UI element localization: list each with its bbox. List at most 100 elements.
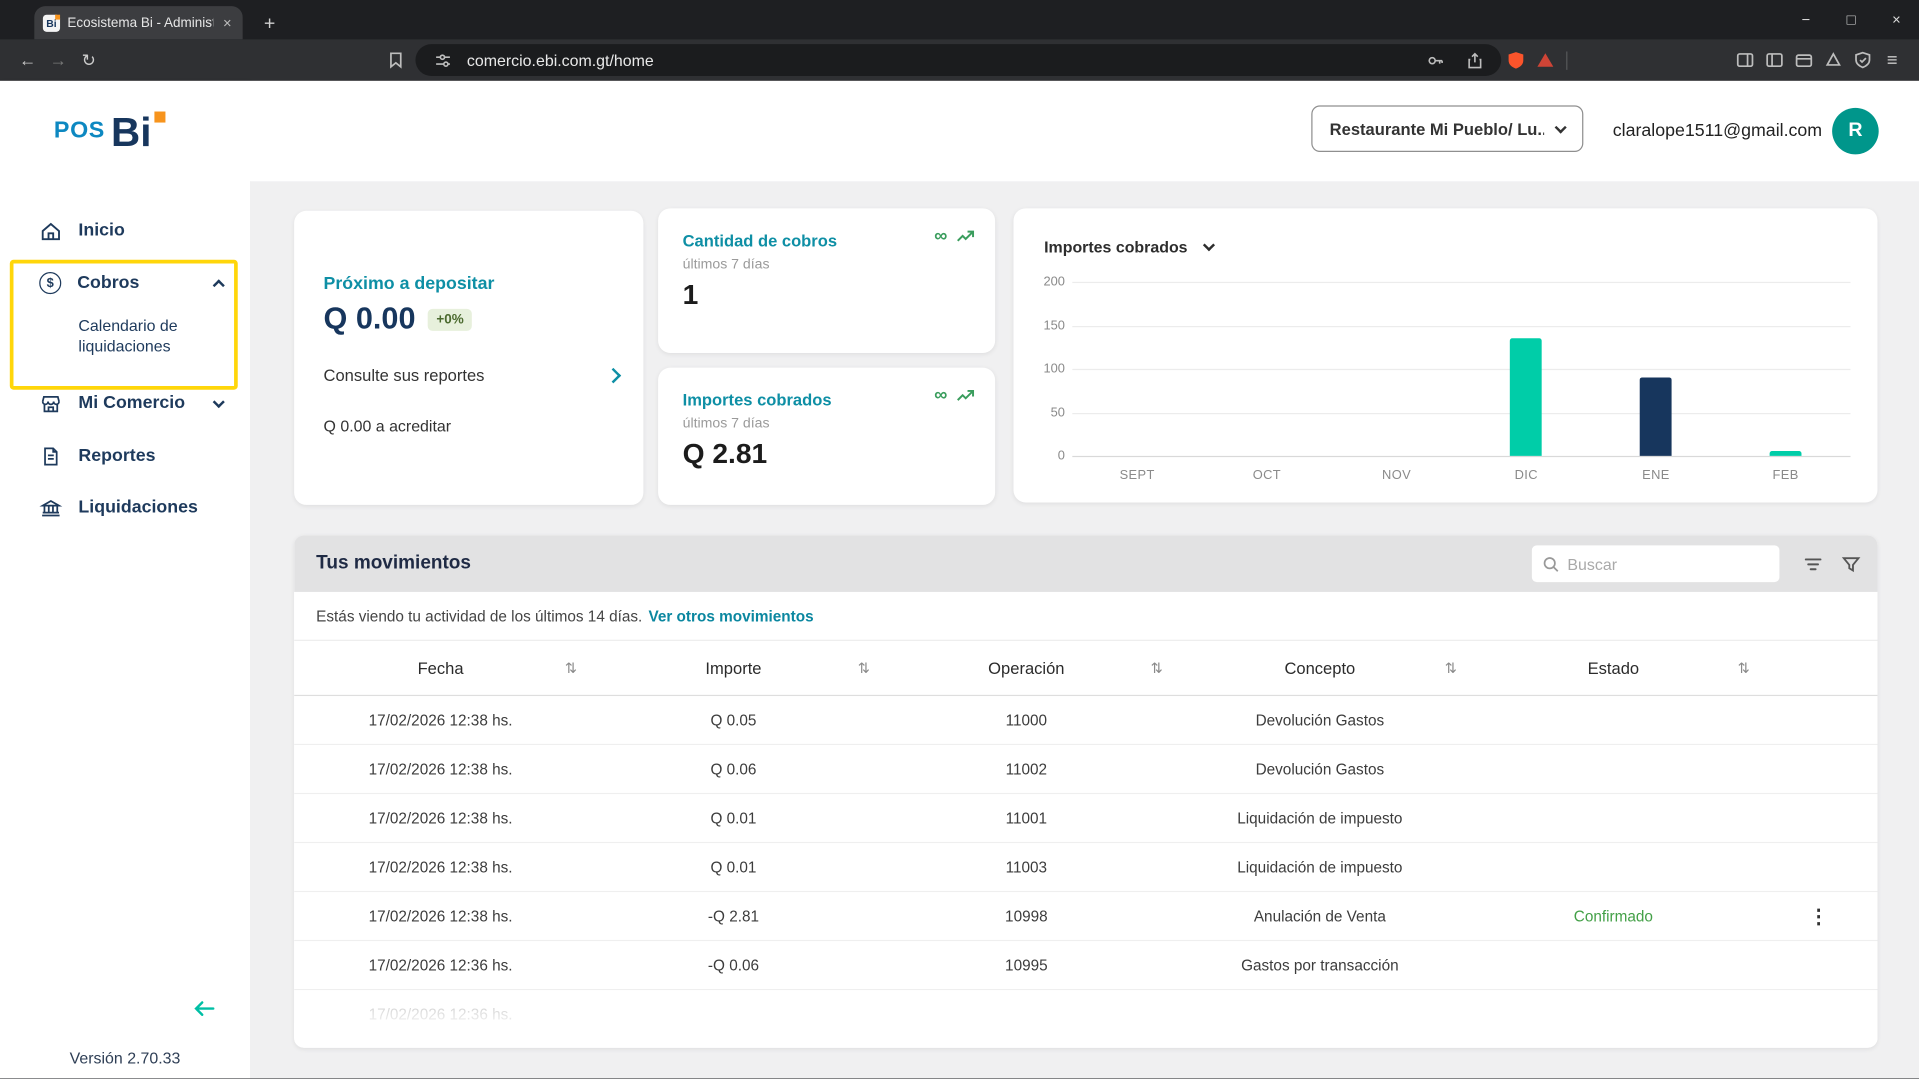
charged-amounts-card: Importes cobrados últimos 7 días Q 2.81 … xyxy=(658,367,996,505)
table-row[interactable]: 17/02/2026 12:38 hs. Q 0.01 11001 Liquid… xyxy=(294,794,1878,844)
charge-count-subtitle: últimos 7 días xyxy=(682,257,770,273)
report-document-icon xyxy=(44,446,58,465)
table-row[interactable]: 17/02/2026 12:38 hs. -Q 2.81 10998 Anula… xyxy=(294,892,1878,942)
sort-icon[interactable]: ⇅ xyxy=(565,659,577,676)
reload-button[interactable]: ↻ xyxy=(74,50,105,71)
column-header-importe[interactable]: Importe ⇅ xyxy=(587,641,880,695)
wallet-icon[interactable] xyxy=(1789,50,1818,70)
search-icon xyxy=(1543,556,1559,572)
arrow-left-icon xyxy=(194,1001,215,1016)
new-tab-button[interactable]: + xyxy=(256,13,283,35)
cell-fecha: 17/02/2026 12:38 hs. xyxy=(368,760,513,778)
chart-xtick-label: FEB xyxy=(1772,468,1799,483)
password-key-icon[interactable] xyxy=(1420,51,1449,69)
chart-xtick-label: OCT xyxy=(1252,468,1281,483)
tab-close-icon[interactable]: × xyxy=(221,14,234,31)
sidebar-item-calendario-liquidaciones[interactable]: Calendario de liquidaciones xyxy=(78,316,232,357)
table-row[interactable]: 17/02/2026 12:36 hs. -Q 0.06 10995 Gasto… xyxy=(294,941,1878,991)
url-text[interactable]: comercio.ebi.com.gt/home xyxy=(467,51,1411,69)
merchant-selector[interactable]: Restaurante Mi Pueblo/ Lu... xyxy=(1311,105,1584,152)
cell-estado: Confirmado xyxy=(1573,907,1653,925)
reports-link-row[interactable]: Consulte sus reportes xyxy=(324,355,622,394)
tab-panel-icon[interactable] xyxy=(1730,50,1759,70)
shield-check-icon[interactable] xyxy=(1848,50,1877,70)
app-version: Versión 2.70.33 xyxy=(69,1049,181,1068)
charged-amounts-title: Importes cobrados xyxy=(682,390,832,410)
chart-bars xyxy=(1072,282,1850,456)
chart-xtick-label: SEPT xyxy=(1119,468,1155,483)
tab-title: Ecosistema Bi - Administrador xyxy=(67,15,213,31)
bookmark-icon[interactable] xyxy=(381,50,410,70)
extension-triangle-icon[interactable] xyxy=(1531,50,1560,70)
avatar[interactable]: R xyxy=(1832,107,1879,155)
site-favicon-icon: Bi xyxy=(42,14,61,32)
cell-operacion: 10998 xyxy=(1005,907,1048,925)
bank-icon xyxy=(39,499,63,516)
see-other-movements-link[interactable]: Ver otros movimientos xyxy=(648,607,813,624)
rewards-icon[interactable] xyxy=(1819,50,1848,70)
chevron-down-icon[interactable] xyxy=(1202,239,1216,252)
search-input[interactable] xyxy=(1567,554,1770,573)
brave-shield-icon[interactable] xyxy=(1501,50,1530,70)
chart-title-row[interactable]: Importes cobrados xyxy=(1044,238,1216,256)
cell-estado xyxy=(1467,745,1760,793)
column-header-fecha[interactable]: Fecha ⇅ xyxy=(294,641,587,695)
cell-fecha: 17/02/2026 12:36 hs. xyxy=(368,956,513,974)
share-icon[interactable] xyxy=(1460,51,1489,69)
site-settings-icon[interactable] xyxy=(428,51,457,69)
sidebar-item-label: Liquidaciones xyxy=(78,497,198,518)
sidebar-item-cobros[interactable]: $ Cobros xyxy=(0,259,250,308)
cell-importe: -Q 2.81 xyxy=(707,907,760,925)
sidebar: POS Bi Inicio $ Cobros Calendario de liq… xyxy=(0,80,251,1079)
charge-count-card: Cantidad de cobros últimos 7 días 1 ∞ xyxy=(658,208,996,353)
cell-importe: Q 0.01 xyxy=(710,858,757,876)
sidebar-item-inicio[interactable]: Inicio xyxy=(0,206,250,255)
url-bar[interactable]: comercio.ebi.com.gt/home xyxy=(415,44,1502,76)
tab-strip: Bi Ecosistema Bi - Administrador × + − □… xyxy=(0,0,1919,40)
sidebar-collapse-button[interactable] xyxy=(191,995,218,1028)
sidebar-item-liquidaciones[interactable]: Liquidaciones xyxy=(0,483,250,532)
page-header: Restaurante Mi Pueblo/ Lu... claralope15… xyxy=(250,80,1919,182)
movements-body: 17/02/2026 12:38 hs. Q 0.05 11000 Devolu… xyxy=(294,696,1878,991)
bar-chart: 0 50 100 150 200 SEPT OCT NOV DIC ENE FEB xyxy=(1038,275,1853,493)
sidebar-item-reportes[interactable]: Reportes xyxy=(0,431,250,480)
sort-icon[interactable]: ⇅ xyxy=(1738,659,1750,676)
browser-window: Bi Ecosistema Bi - Administrador × + − □… xyxy=(0,0,1919,1079)
window-minimize-button[interactable]: − xyxy=(1783,0,1828,39)
back-button[interactable]: ← xyxy=(12,50,43,70)
search-box[interactable] xyxy=(1531,545,1780,583)
chevron-up-icon xyxy=(212,278,225,291)
table-row[interactable]: 17/02/2026 12:38 hs. Q 0.01 11003 Liquid… xyxy=(294,843,1878,893)
browser-tab[interactable]: Bi Ecosistema Bi - Administrador × xyxy=(34,6,243,40)
chart-bar-feb xyxy=(1769,450,1802,456)
sidebar-item-label: Cobros xyxy=(77,273,140,293)
cell-actions: ⋮ xyxy=(1760,696,1878,744)
sort-icon[interactable]: ⇅ xyxy=(858,659,870,676)
column-header-operacion[interactable]: Operación ⇅ xyxy=(880,641,1173,695)
sort-icon[interactable]: ⇅ xyxy=(1151,659,1163,676)
funnel-icon[interactable] xyxy=(1836,549,1865,578)
chart-ytick-label: 200 xyxy=(1043,274,1065,290)
forward-button[interactable]: → xyxy=(43,50,74,70)
window-maximize-button[interactable]: □ xyxy=(1828,0,1873,39)
cell-concepto: Devolución Gastos xyxy=(1255,711,1385,729)
table-row[interactable]: 17/02/2026 12:38 hs. Q 0.05 11000 Devolu… xyxy=(294,696,1878,746)
sort-icon[interactable]: ⇅ xyxy=(1445,659,1457,676)
sidebar-panel-icon[interactable] xyxy=(1760,50,1789,70)
column-header-estado[interactable]: Estado ⇅ xyxy=(1467,641,1760,695)
column-label: Fecha xyxy=(417,658,464,678)
cobros-coin-icon: $ xyxy=(39,272,62,295)
column-header-concepto[interactable]: Concepto ⇅ xyxy=(1173,641,1467,695)
chart-ytick-label: 100 xyxy=(1043,361,1065,377)
row-menu-icon[interactable]: ⋮ xyxy=(1809,904,1829,929)
browser-menu-icon[interactable]: ≡ xyxy=(1877,50,1906,71)
chart-ytick-label: 0 xyxy=(1057,448,1065,464)
filter-icon[interactable] xyxy=(1798,549,1827,578)
chevron-right-icon[interactable] xyxy=(605,367,622,383)
sidebar-item-mi-comercio[interactable]: Mi Comercio xyxy=(0,379,250,428)
table-row[interactable]: 17/02/2026 12:38 hs. Q 0.06 11002 Devolu… xyxy=(294,745,1878,795)
cell-estado xyxy=(1467,794,1760,842)
deposit-footnote: Q 0.00 a acreditar xyxy=(323,416,452,436)
window-close-button[interactable]: × xyxy=(1874,0,1919,39)
table-row[interactable]: 17/02/2026 12:36 hs. ⋮ xyxy=(294,990,1878,1040)
